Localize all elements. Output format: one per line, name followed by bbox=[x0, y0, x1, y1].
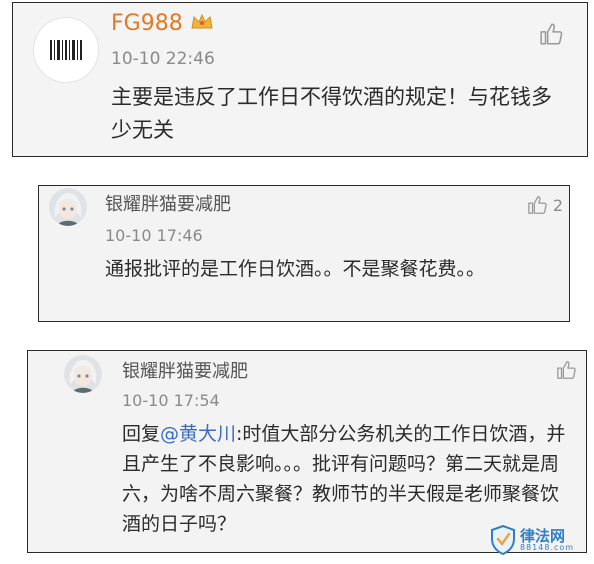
username[interactable]: 银耀胖猫要减肥 bbox=[105, 190, 231, 216]
comment-card: 银耀胖猫要减肥 10-10 17:46 通报批评的是工作日饮酒。。不是聚餐花费。… bbox=[38, 185, 570, 322]
like-count: 2 bbox=[552, 195, 563, 215]
comment-card: FG988 10-10 22:46 主要是违反了工作日不得饮酒的规定！与花钱多少… bbox=[12, 2, 588, 157]
comment-text: 主要是违反了工作日不得饮酒的规定！与花钱多少无关 bbox=[111, 85, 552, 142]
thumbs-up-icon bbox=[528, 196, 547, 214]
comment-text: 通报批评的是工作日饮酒。。不是聚餐花费。。 bbox=[105, 258, 486, 280]
shield-icon bbox=[491, 525, 515, 555]
username-text[interactable]: FG988 bbox=[111, 11, 183, 36]
username[interactable]: 银耀胖猫要减肥 bbox=[122, 357, 248, 383]
timestamp: 10-10 22:46 bbox=[111, 49, 215, 69]
crown-icon bbox=[191, 13, 213, 29]
watermark-title: 律法网 bbox=[520, 526, 566, 545]
avatar[interactable] bbox=[33, 17, 99, 83]
avatar[interactable] bbox=[49, 188, 87, 226]
watermark-url: 88148.com bbox=[520, 542, 575, 552]
character-avatar-icon bbox=[64, 355, 102, 393]
reply-prefix: 回复 bbox=[122, 423, 161, 445]
like-button[interactable] bbox=[556, 359, 582, 381]
like-button[interactable]: 2 bbox=[527, 194, 563, 216]
barcode-icon bbox=[50, 40, 82, 60]
watermark-logo: 律法网 88148.com bbox=[490, 520, 590, 560]
username[interactable]: FG988 bbox=[111, 11, 214, 36]
thumbs-up-icon bbox=[540, 23, 563, 45]
avatar[interactable] bbox=[64, 355, 102, 393]
timestamp: 10-10 17:46 bbox=[105, 226, 203, 245]
like-button[interactable] bbox=[539, 21, 569, 47]
character-avatar-icon bbox=[49, 188, 87, 226]
mention-link[interactable]: @黄大川 bbox=[160, 423, 236, 445]
timestamp: 10-10 17:54 bbox=[122, 391, 220, 410]
thumbs-up-icon bbox=[557, 361, 576, 379]
